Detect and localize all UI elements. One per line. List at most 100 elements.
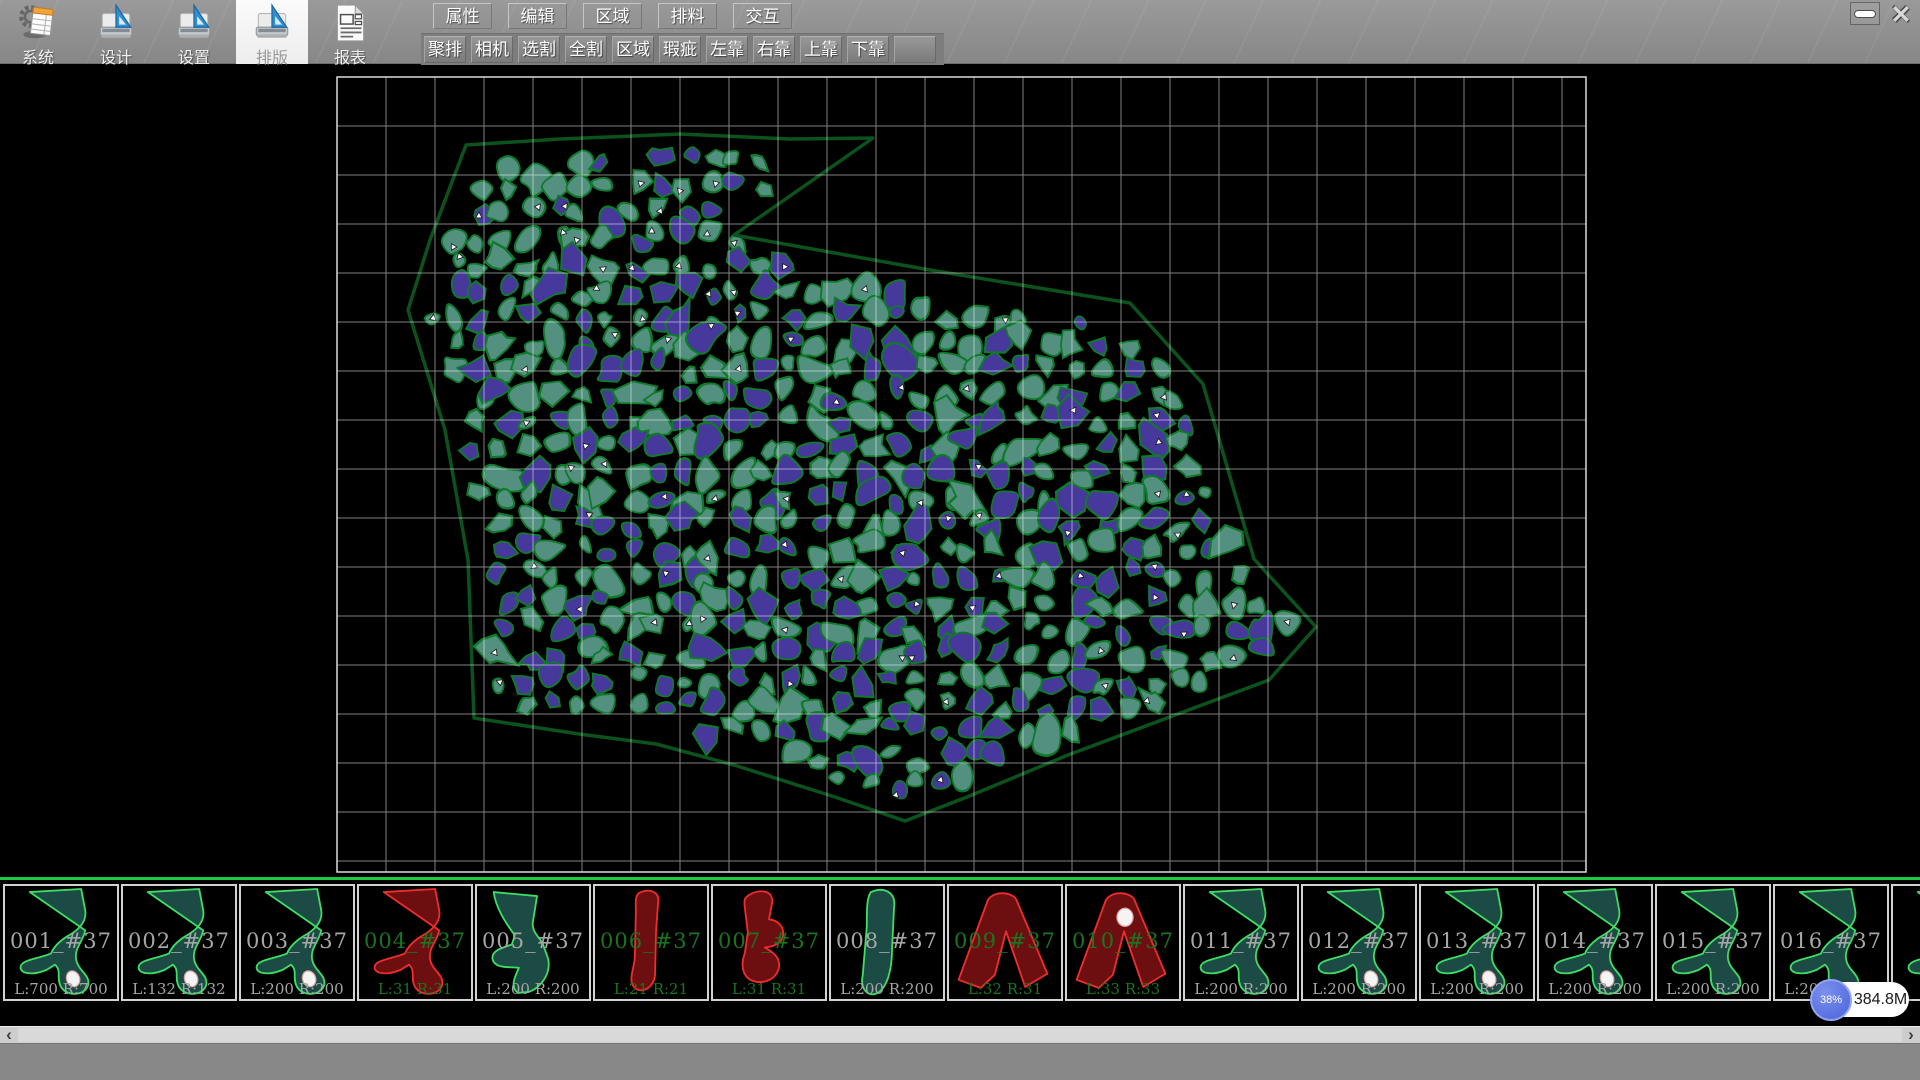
memory-value: 384.8M	[1852, 991, 1909, 1009]
menu-area: 属性编辑区域排料交互 聚排相机选割全割区域瑕疵左靠右靠上靠下靠	[424, 0, 944, 65]
system-icon	[2, 0, 74, 44]
part-shape[interactable]	[1909, 889, 1920, 994]
part-lr-count: L:200 R:200	[477, 980, 589, 998]
minimize-icon	[1854, 10, 1876, 18]
tool-button-上靠[interactable]: 上靠	[800, 36, 842, 63]
scroll-left-arrow[interactable]: ‹	[1, 1027, 17, 1043]
part-name: 007_#37	[713, 929, 825, 953]
part-name: 013_#37	[1421, 929, 1533, 953]
parts-strip: 001_#37L:700 R:700002_#37L:132 R:132003_…	[0, 884, 1920, 1003]
tool-button-选割[interactable]: 选割	[518, 36, 560, 63]
tool-bar: 聚排相机选割全割区域瑕疵左靠右靠上靠下靠	[421, 33, 944, 65]
part-name: 001_#37	[5, 929, 117, 953]
part-lr-count: L:200 R:200	[831, 980, 943, 998]
app-button-label: 排版	[256, 44, 288, 64]
part-name: 016_#37	[1775, 929, 1887, 953]
titlebar: 系统设计设置排版报表 属性编辑区域排料交互 聚排相机选割全割区域瑕疵左靠右靠上靠…	[0, 0, 1920, 64]
parts-list: 001_#37L:700 R:700002_#37L:132 R:132003_…	[3, 884, 1920, 1001]
tool-button-下靠[interactable]: 下靠	[847, 36, 889, 63]
part-name: 002_#37	[123, 929, 235, 953]
app-button-label: 设计	[100, 44, 132, 64]
part-cell-013_#37[interactable]: 013_#37 L:200 R:200	[1419, 884, 1535, 1001]
app-button-设置[interactable]: 设置	[158, 0, 230, 64]
part-cell-011_#37[interactable]: 011_#37L:200 R:200	[1183, 884, 1299, 1001]
part-cell-009_#37[interactable]: 009_#37 L:32 R:31	[947, 884, 1063, 1001]
window-controls: ✕	[1850, 2, 1916, 28]
menu-tab-交互[interactable]: 交互	[733, 3, 792, 29]
report-icon	[314, 0, 386, 44]
ruler-icon	[158, 0, 230, 44]
part-name: 005_#37	[477, 929, 589, 953]
part-name: 012_#37	[1303, 929, 1415, 953]
app-button-设计[interactable]: 设计	[80, 0, 152, 64]
tool-button-全割[interactable]: 全割	[565, 36, 607, 63]
scroll-right-arrow[interactable]: ›	[1903, 1027, 1919, 1043]
app-button-排版[interactable]: 排版	[236, 0, 308, 64]
part-cell-003_#37[interactable]: 003_#37 L:200 R:200	[239, 884, 355, 1001]
menu-tab-属性[interactable]: 属性	[433, 3, 492, 29]
tool-button-区域[interactable]: 区域	[612, 36, 654, 63]
ruler-icon	[236, 0, 308, 44]
part-lr-count: L:33 R:33	[1067, 980, 1179, 998]
app-button-报表[interactable]: 报表	[314, 0, 386, 64]
part-lr-count: L:200 R:200	[1421, 980, 1533, 998]
part-cell-004_#37[interactable]: 004_#37 L:31 R:31	[357, 884, 473, 1001]
part-cell-006_#37[interactable]: 006_#37 L:21 R:21	[593, 884, 709, 1001]
horizontal-scrollbar[interactable]: ‹ ›	[0, 1026, 1920, 1043]
part-lr-count: L:31 R:31	[713, 980, 825, 998]
part-name: 014_#37	[1539, 929, 1651, 953]
part-name: 004_#37	[359, 929, 471, 953]
part-hole	[1117, 908, 1133, 926]
menu-tab-编辑[interactable]: 编辑	[508, 3, 567, 29]
part-cell-008_#37[interactable]: 008_#37 L:200 R:200	[829, 884, 945, 1001]
tool-button-瑕疵[interactable]: 瑕疵	[659, 36, 701, 63]
progress-indicator: 38%	[1810, 979, 1852, 1021]
part-name: 009_#37	[949, 929, 1061, 953]
scrollbar-thumb[interactable]	[18, 1028, 1902, 1042]
part-name: 003_#37	[241, 929, 353, 953]
menu-bar: 属性编辑区域排料交互	[433, 3, 944, 29]
part-name: 010_#37	[1067, 929, 1179, 953]
bottom-bar	[0, 1043, 1920, 1080]
part-cell-002_#37[interactable]: 002_#37 L:132 R:132	[121, 884, 237, 1001]
menu-tab-区域[interactable]: 区域	[583, 3, 642, 29]
part-lr-count: L:200 R:200	[1657, 980, 1769, 998]
canvas-workspace	[0, 64, 1920, 879]
part-lr-count: L:200 R:200	[241, 980, 353, 998]
app-button-系统[interactable]: 系统	[2, 0, 74, 64]
part-cell-015_#37[interactable]: 015_#37 L:200 R:200	[1655, 884, 1771, 1001]
part-lr-count: L:132 R:132	[123, 980, 235, 998]
part-name: 011_#37	[1185, 929, 1297, 953]
menu-tab-排料[interactable]: 排料	[658, 3, 717, 29]
part-lr-count: L:700 R:700	[5, 980, 117, 998]
nesting-canvas[interactable]	[0, 64, 1920, 879]
memory-status-badge: 38% 384.8M	[1812, 982, 1909, 1017]
part-cell-005_#37[interactable]: 005_#37 L:200 R:200	[475, 884, 591, 1001]
part-lr-count: L:200 R:200	[1539, 980, 1651, 998]
tool-button-相机[interactable]: 相机	[471, 36, 513, 63]
part-lr-count: L:31 R:31	[359, 980, 471, 998]
part-cell-010_#37[interactable]: 010_#37 L:33 R:33	[1065, 884, 1181, 1001]
part-cell-001_#37[interactable]: 001_#37 L:700 R:700	[3, 884, 119, 1001]
nested-piece[interactable]	[951, 761, 973, 791]
part-lr-count: L:21 R:21	[595, 980, 707, 998]
tool-button-右靠[interactable]: 右靠	[753, 36, 795, 63]
part-lr-count: L:200 R:200	[1303, 980, 1415, 998]
part-cell-007_#37[interactable]: 007_#37 L:31 R:31	[711, 884, 827, 1001]
progress-value: 38%	[1820, 994, 1842, 1006]
part-name: 015_#37	[1657, 929, 1769, 953]
tool-button-左靠[interactable]: 左靠	[706, 36, 748, 63]
app-button-label: 设置	[178, 44, 210, 64]
tool-button-聚排[interactable]: 聚排	[424, 36, 466, 63]
app-button-label: 报表	[334, 44, 366, 64]
minimize-button[interactable]	[1850, 2, 1880, 25]
part-cell-014_#37[interactable]: 014_#37 L:200 R:200	[1537, 884, 1653, 1001]
part-cell-012_#37[interactable]: 012_#37 L:200 R:200	[1301, 884, 1417, 1001]
app-toolbar: 系统 设计 设置 排版 报表	[2, 0, 392, 64]
close-button[interactable]: ✕	[1886, 2, 1916, 28]
part-name: 008_#37	[831, 929, 943, 953]
app-button-label: 系统	[22, 44, 54, 64]
strip-separator	[0, 877, 1920, 880]
part-name: 006_#37	[595, 929, 707, 953]
part-lr-count: L:32 R:31	[949, 980, 1061, 998]
